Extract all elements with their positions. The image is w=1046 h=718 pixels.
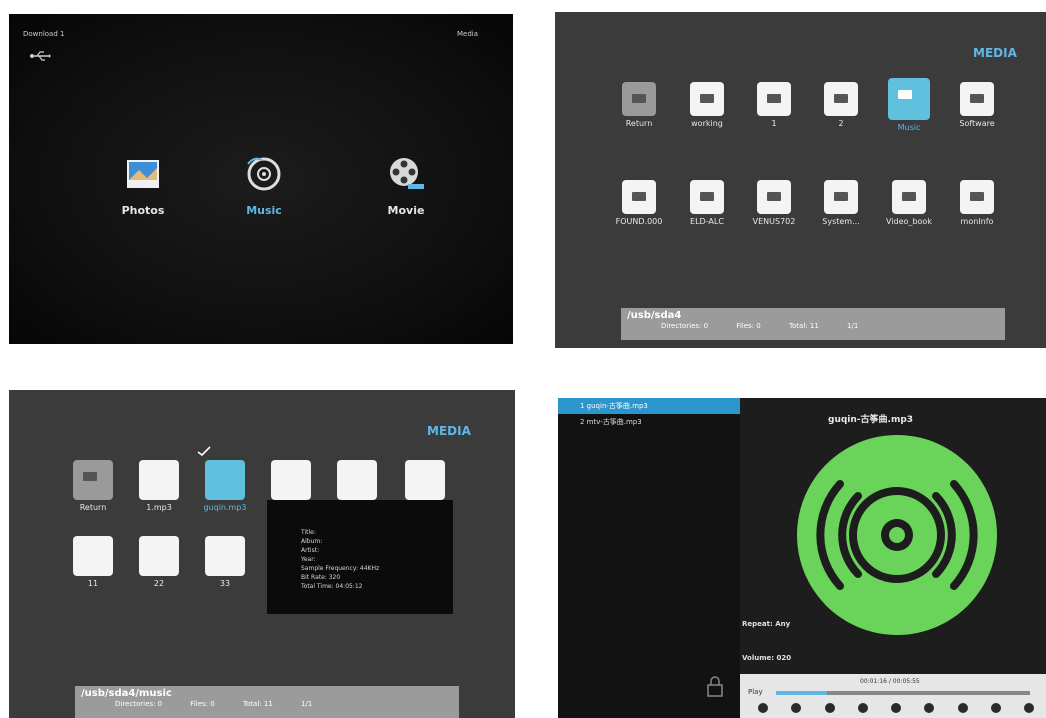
playback-state: Play — [748, 688, 763, 696]
photos-icon — [127, 160, 159, 188]
folder-tile[interactable]: 1 — [748, 82, 800, 128]
rewind-button[interactable] — [791, 703, 802, 713]
now-playing-title: guqin-古筝曲.mp3 — [828, 415, 914, 425]
playback-controls: 00:01:16 / 00:05:55 Play — [740, 674, 1046, 718]
status-bar: /usb/sda4 Directories: 0 Files: 0 Total:… — [621, 308, 1005, 340]
cursor-icon — [197, 446, 211, 456]
usb-icon — [30, 51, 51, 61]
folder-tile[interactable]: VENUS702 — [748, 180, 800, 226]
movie-icon — [390, 158, 424, 189]
progress-fill — [776, 691, 827, 695]
current-path: /usb/sda4/music — [81, 688, 172, 699]
file-tile[interactable]: 22 — [133, 536, 185, 588]
info-button[interactable] — [1024, 703, 1034, 713]
music-icon — [247, 157, 281, 191]
folder-tile[interactable]: working — [681, 82, 733, 128]
file-tile[interactable] — [399, 460, 451, 500]
file-tile[interactable]: 33 — [199, 536, 251, 588]
home-item-label: Music — [246, 204, 282, 217]
current-path: /usb/sda4 — [627, 310, 682, 321]
media-title: MEDIA — [427, 424, 471, 438]
file-tile[interactable]: 1.mp3 — [133, 460, 185, 512]
source-label: Download 1 — [23, 30, 65, 38]
playlist-item[interactable]: 2 mtv-古筝曲.mp3 — [558, 414, 740, 430]
repeat-button[interactable] — [990, 703, 1001, 713]
folder-tile-selected[interactable]: Music — [883, 78, 935, 132]
home-item-label: Photos — [121, 204, 165, 217]
file-info-popup: Title: Album: Artist: Year: Sample Frequ… — [267, 500, 453, 614]
folder-tile[interactable]: Software — [951, 82, 1003, 128]
home-item-photos[interactable]: Photos — [98, 154, 188, 217]
music-browser-panel: MEDIA Return 1.mp3 guqin.mp3 11 22 33 Ti… — [9, 390, 515, 718]
return-tile[interactable]: Return — [67, 460, 119, 512]
stop-button[interactable] — [891, 703, 901, 713]
prev-button[interactable] — [758, 703, 768, 713]
playlist: 1 guqin-古筝曲.mp3 2 mtv-古筝曲.mp3 — [558, 398, 740, 718]
folder-tile[interactable]: 2 — [815, 82, 867, 128]
home-item-music[interactable]: Music — [219, 154, 309, 217]
file-tile[interactable]: 11 — [67, 536, 119, 588]
playback-time: 00:01:16 / 00:05:55 — [860, 678, 920, 685]
folder-tile[interactable]: monInfo — [951, 180, 1003, 226]
progress-bar[interactable] — [776, 691, 1030, 695]
folder-tile[interactable]: Video_book — [883, 180, 935, 226]
pause-button[interactable] — [857, 703, 868, 713]
home-item-movie[interactable]: Movie — [361, 154, 451, 217]
file-tile-selected[interactable]: guqin.mp3 — [199, 460, 251, 512]
volume-level: Volume: 020 — [742, 654, 792, 662]
file-tile[interactable] — [331, 460, 383, 500]
music-disc-icon — [797, 435, 997, 635]
folder-browser-panel: MEDIA Return working 1 2 Music Software … — [555, 12, 1046, 348]
status-bar: /usb/sda4/music Directories: 0 Files: 0 … — [75, 686, 459, 718]
music-player-panel: 1 guqin-古筝曲.mp3 2 mtv-古筝曲.mp3 guqin-古筝曲.… — [558, 398, 1046, 718]
next-button[interactable] — [957, 703, 968, 713]
media-label: Media — [457, 30, 479, 38]
home-screen-panel: Download 1 Media Photos Music Movie — [9, 14, 513, 344]
folder-tile[interactable]: FOUND.000 — [613, 180, 665, 226]
file-tile[interactable] — [265, 460, 317, 500]
forward-button[interactable] — [924, 703, 935, 713]
play-button[interactable] — [824, 703, 835, 713]
return-tile[interactable]: Return — [613, 82, 665, 128]
lock-icon — [707, 676, 723, 697]
repeat-mode: Repeat: Any — [742, 620, 791, 628]
folder-tile[interactable]: ELD-ALC — [681, 180, 733, 226]
home-item-label: Movie — [387, 204, 425, 217]
media-title: MEDIA — [973, 46, 1017, 60]
playlist-item[interactable]: 1 guqin-古筝曲.mp3 — [558, 398, 740, 414]
folder-tile[interactable]: System... — [815, 180, 867, 226]
